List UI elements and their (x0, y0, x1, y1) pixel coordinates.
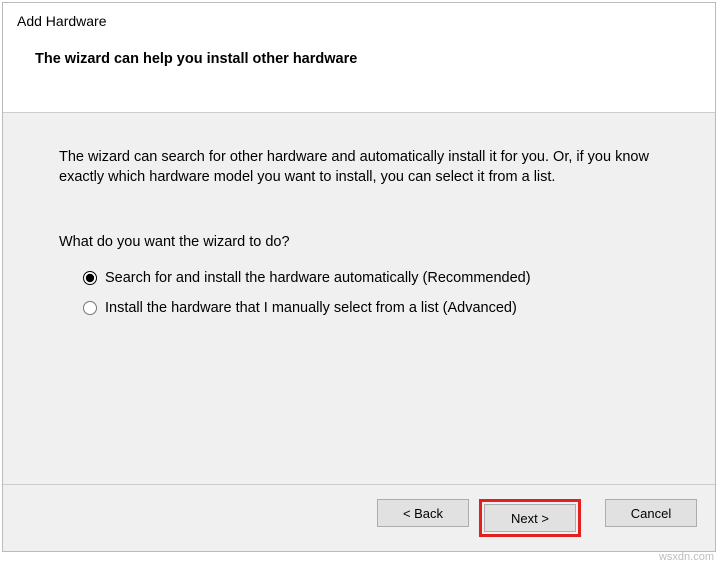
next-button[interactable]: Next > (484, 504, 576, 532)
radio-auto[interactable] (83, 271, 97, 285)
back-button[interactable]: < Back (377, 499, 469, 527)
next-highlight: Next > (479, 499, 581, 537)
add-hardware-wizard: Add Hardware The wizard can help you ins… (2, 2, 716, 552)
wizard-subtitle: The wizard can help you install other ha… (35, 51, 701, 67)
window-title: Add Hardware (17, 13, 701, 29)
option-manual[interactable]: Install the hardware that I manually sel… (83, 298, 659, 318)
option-manual-label: Install the hardware that I manually sel… (105, 298, 517, 318)
options-group: Search for and install the hardware auto… (83, 268, 659, 319)
wizard-question: What do you want the wizard to do? (59, 232, 659, 252)
cancel-button[interactable]: Cancel (605, 499, 697, 527)
wizard-header: Add Hardware The wizard can help you ins… (3, 3, 715, 113)
intro-text: The wizard can search for other hardware… (59, 147, 659, 188)
option-auto-label: Search for and install the hardware auto… (105, 268, 531, 288)
wizard-body: The wizard can search for other hardware… (3, 113, 715, 484)
option-auto[interactable]: Search for and install the hardware auto… (83, 268, 659, 288)
wizard-footer: < Back Next > Cancel (3, 484, 715, 551)
watermark: wsxdn.com (659, 551, 714, 563)
radio-manual[interactable] (83, 301, 97, 315)
